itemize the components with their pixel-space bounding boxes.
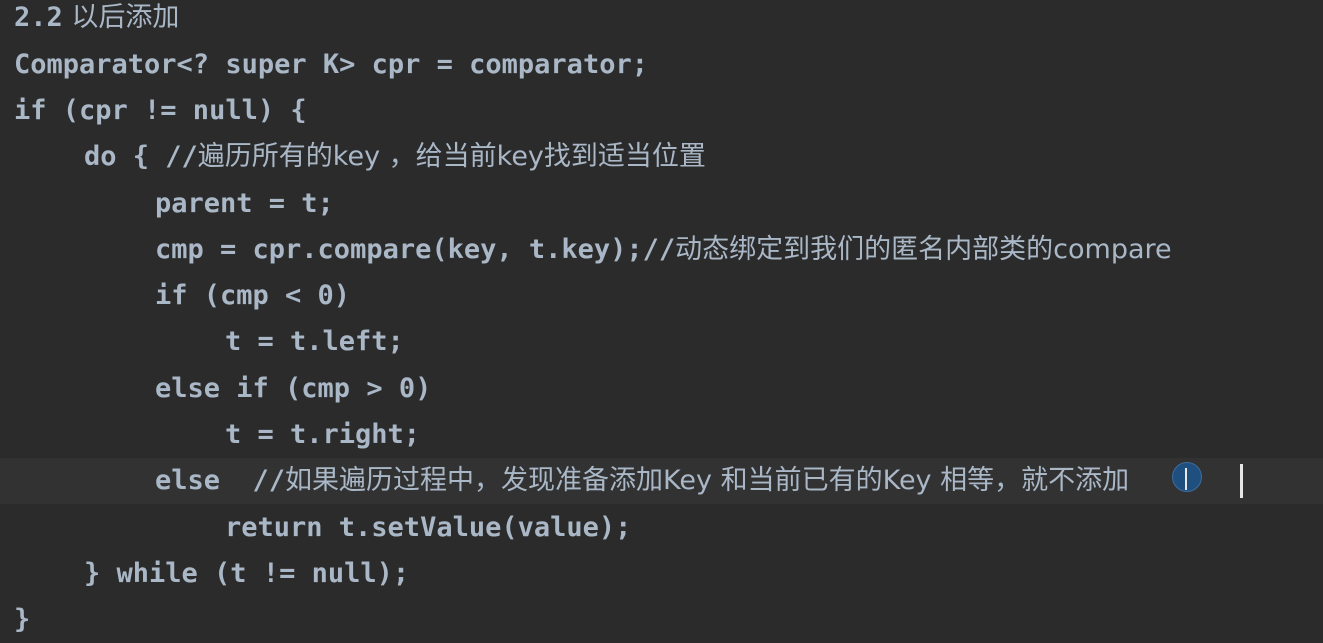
code-text: do { //: [84, 141, 198, 172]
code-comment: 动态绑定到我们的匿名内部类的compare: [675, 234, 1172, 265]
text-caret: [1240, 464, 1243, 498]
code-editor[interactable]: 2.2 以后添加 Comparator<? super K> cpr = com…: [0, 0, 1323, 639]
code-line[interactable]: cmp = cpr.compare(key, t.key);//动态绑定到我们的…: [0, 227, 1323, 273]
code-line[interactable]: else if (cmp > 0): [0, 366, 1323, 412]
code-text: cmp = cpr.compare(key, t.key);//: [155, 234, 676, 265]
code-line[interactable]: if (cmp < 0): [0, 273, 1323, 319]
code-text: Comparator<? super K> cpr = comparator;: [14, 49, 648, 80]
code-line[interactable]: return t.setValue(value);: [0, 505, 1323, 551]
code-line[interactable]: if (cpr != null) {: [0, 88, 1323, 134]
code-line[interactable]: parent = t;: [0, 181, 1323, 227]
text-cursor-icon: [1185, 468, 1189, 490]
code-comment: 遍历所有的key ，给当前key找到适当位置: [197, 141, 706, 172]
code-text: parent = t;: [155, 188, 334, 219]
code-line[interactable]: } while (t != null);: [0, 551, 1323, 597]
code-text: t = t.right;: [225, 419, 421, 450]
code-text: else if (cmp > 0): [155, 373, 432, 404]
section-heading-line: 2.2 以后添加: [0, 0, 1323, 41]
code-text: if (cpr != null) {: [14, 95, 307, 126]
code-line[interactable]: }: [0, 597, 1323, 643]
section-title: 以后添加: [62, 2, 180, 33]
code-text: }: [14, 604, 31, 635]
current-code-line[interactable]: else //如果遍历过程中，发现准备添加Key 和当前已有的Key 相等，就不…: [0, 458, 1323, 504]
code-text: else //: [155, 465, 286, 496]
code-comment: 如果遍历过程中，发现准备添加Key 和当前已有的Key 相等，就不添加: [285, 465, 1130, 496]
section-number: 2.2: [14, 2, 63, 33]
code-line[interactable]: do { //遍历所有的key ，给当前key找到适当位置: [0, 134, 1323, 180]
code-text: } while (t != null);: [84, 558, 410, 589]
code-line[interactable]: t = t.left;: [0, 319, 1323, 365]
code-text: t = t.left;: [225, 326, 404, 357]
code-text: if (cmp < 0): [155, 280, 351, 311]
code-line[interactable]: t = t.right;: [0, 412, 1323, 458]
code-text: return t.setValue(value);: [225, 512, 632, 543]
code-line[interactable]: Comparator<? super K> cpr = comparator;: [0, 42, 1323, 88]
